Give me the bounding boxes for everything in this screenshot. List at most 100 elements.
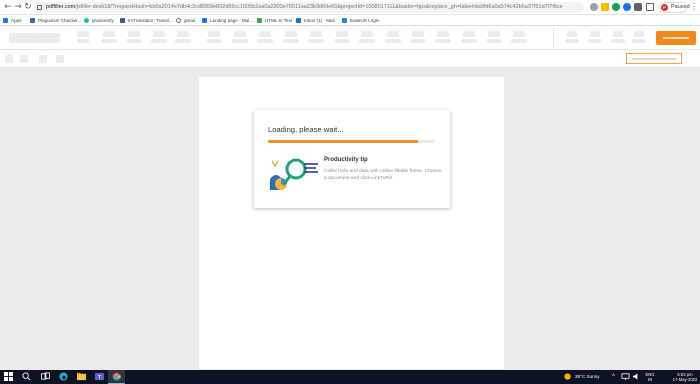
tool-placeholder: [412, 31, 424, 37]
bookmark-landing-page[interactable]: Landing page - Mul...: [202, 16, 253, 25]
forward-arrow-icon[interactable]: →: [13, 2, 23, 12]
logo-placeholder: [9, 33, 60, 43]
system-clock[interactable]: 5:03 pm 17-May-2022: [672, 372, 698, 382]
favicon-icon: [120, 18, 125, 23]
star-icon[interactable]: [601, 3, 609, 11]
edge-icon[interactable]: [59, 372, 68, 381]
tool-placeholder: [385, 39, 401, 43]
search-field-placeholder[interactable]: [626, 53, 682, 64]
bookmark-label: Plagiarism Checker...: [38, 18, 82, 23]
progress-bar: [268, 140, 435, 143]
bookmarks-bar: Apps Plagiarism Checker... grammarly ImT…: [0, 15, 700, 26]
grammarly-extension-icon[interactable]: [612, 3, 620, 11]
file-explorer-icon[interactable]: [77, 372, 86, 381]
tool-placeholder: [632, 39, 646, 43]
tool-placeholder: [39, 55, 47, 63]
bookmark-label: Inbox (1) - Mail: [304, 18, 335, 23]
bookmark-apps[interactable]: Apps: [3, 16, 21, 25]
extension-icon[interactable]: [623, 3, 631, 11]
favicon-icon: [342, 18, 347, 23]
network-icon[interactable]: [621, 372, 630, 381]
avatar: P: [661, 4, 668, 11]
url-path: /jsfiller-desk18/?requestHash=bb0a2014e7…: [75, 4, 563, 10]
reload-icon[interactable]: ↻: [23, 2, 33, 12]
placeholder-bar: [632, 58, 676, 60]
tool-placeholder: [488, 31, 500, 37]
tool-placeholder: [103, 31, 115, 37]
bookmark-gmail[interactable]: gmail: [176, 16, 195, 25]
weather-text[interactable]: 39°C Sunny: [575, 370, 600, 384]
bookmark-label: Apps: [11, 18, 22, 23]
clock-date: 17-May-2022: [672, 377, 698, 382]
tool-placeholder: [232, 39, 248, 43]
bookmark-label: Landing page - Mul...: [210, 18, 254, 23]
url-host: pdffiller.com: [46, 4, 76, 10]
apps-grid-icon: [3, 18, 8, 23]
secondary-toolbar: [0, 50, 700, 68]
button-label-placeholder: [663, 37, 689, 39]
share-icon[interactable]: [590, 3, 598, 11]
loading-dialog: Loading, please wait... Productivity tip…: [254, 110, 450, 208]
done-button[interactable]: [656, 31, 696, 45]
tool-placeholder: [308, 39, 324, 43]
tool-placeholder: [435, 39, 451, 43]
region-code: IN: [647, 377, 653, 382]
tool-placeholder: [461, 39, 477, 43]
tool-placeholder: [285, 31, 297, 37]
puzzle-icon[interactable]: [634, 3, 642, 11]
bookmark-plagiarism[interactable]: Plagiarism Checker...: [30, 16, 81, 25]
address-bar[interactable]: pdffiller.com/jsfiller-desk18/?requestHa…: [34, 2, 584, 13]
chrome-icon: [112, 372, 121, 381]
mail-icon: [296, 18, 301, 23]
favicon-icon: [202, 18, 207, 23]
favicon-icon: [84, 18, 89, 23]
editor-toolbar: [0, 26, 700, 50]
search-icon[interactable]: [22, 372, 31, 381]
chevron-up-icon[interactable]: ^: [612, 370, 615, 384]
bookmark-html-to-text[interactable]: HTML to Text: [257, 16, 292, 25]
weather-sun-icon: [564, 373, 571, 380]
tip-body: Collect info and data with online fillab…: [324, 169, 442, 182]
progress-fill: [268, 140, 419, 143]
bookmark-grammarly[interactable]: grammarly: [84, 16, 114, 25]
tool-placeholder: [361, 31, 373, 37]
teams-icon[interactable]: T: [95, 372, 104, 381]
tool-placeholder: [259, 31, 271, 37]
chrome-taskbar-item[interactable]: [108, 370, 125, 384]
bookmark-label: EaseUS Login: [350, 18, 380, 23]
tool-placeholder: [234, 31, 246, 37]
windows-start-icon[interactable]: [4, 372, 13, 381]
tool-placeholder: [567, 31, 577, 37]
tool-placeholder: [283, 39, 299, 43]
kebab-menu-icon[interactable]: ⋮: [690, 2, 698, 12]
tool-placeholder: [128, 31, 140, 37]
bookmark-label: ImTranslator: Transl...: [128, 18, 173, 23]
favicon-icon: [257, 18, 262, 23]
browser-toolbar: ← → ↻ pdffiller.com/jsfiller-desk18/?req…: [0, 0, 700, 15]
tool-placeholder: [486, 39, 502, 43]
profile-button[interactable]: P Paused: [659, 2, 690, 13]
tool-placeholder: [387, 31, 399, 37]
task-view-icon[interactable]: [41, 372, 50, 381]
tool-placeholder: [206, 39, 222, 43]
windows-taskbar: T 39°C Sunny ^ ENG IN 5:03 pm 17-May-2022: [0, 370, 700, 384]
tool-placeholder: [20, 55, 28, 63]
magnifier-chart-illustration-icon: [270, 158, 318, 190]
tool-placeholder: [151, 39, 167, 43]
bookmark-inbox[interactable]: Inbox (1) - Mail: [296, 16, 335, 25]
tool-placeholder: [611, 39, 625, 43]
tool-placeholder: [334, 39, 350, 43]
back-arrow-icon[interactable]: ←: [3, 2, 13, 12]
bookmark-imtranslator[interactable]: ImTranslator: Transl...: [120, 16, 173, 25]
tool-placeholder: [588, 39, 602, 43]
sidebar-icon[interactable]: [646, 3, 654, 11]
volume-icon[interactable]: [632, 372, 641, 381]
svg-text:T: T: [97, 375, 102, 381]
bookmark-label: HTML to Text: [265, 18, 293, 23]
bookmark-easeus[interactable]: EaseUS Login: [342, 16, 379, 25]
tool-placeholder: [613, 31, 623, 37]
tool-placeholder: [437, 31, 449, 37]
tool-placeholder: [359, 39, 375, 43]
tool-placeholder: [511, 39, 527, 43]
language-indicator[interactable]: ENG IN: [643, 372, 657, 382]
